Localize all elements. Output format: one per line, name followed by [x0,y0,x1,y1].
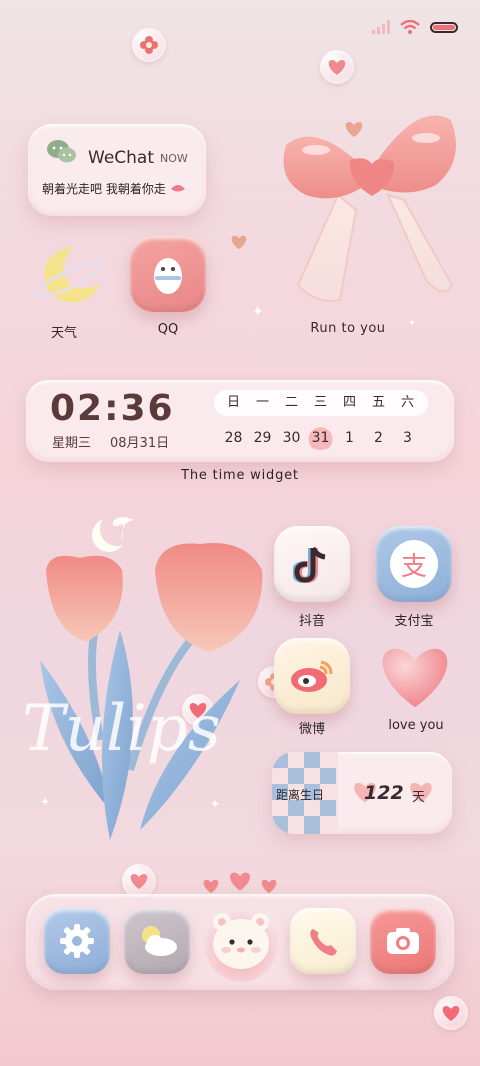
gear-icon [60,924,94,958]
countdown-number: 122 [364,782,404,804]
status-bar [372,20,458,34]
douyin-label: 抖音 [298,614,325,629]
flower-icon [140,36,158,54]
calendar-days: 28 29 30 31 1 2 3 [219,426,433,450]
dock [26,894,454,990]
tulip-illustration: Tulips ✦ ✦ [22,517,263,840]
svg-text:✦: ✦ [40,795,50,809]
countdown-unit: 天 [412,790,426,805]
heart-icon [130,874,148,889]
calendar-day-today[interactable]: 31 [306,426,335,450]
clock-weekday: 星期三 [52,436,92,451]
sparkle-icon: ✦ [252,304,264,320]
calendar-weekdays: 日一二三四五六 [214,390,428,416]
heart-bubble [122,864,156,898]
wechat-time: NOW [160,152,188,165]
weekday: 一 [255,395,269,410]
wifi-icon [400,20,420,34]
weibo-eye-icon [291,660,333,692]
settings-app-icon[interactable] [44,908,110,974]
wechat-message-text: 朝着光走吧 我朝着你走 [42,182,166,196]
wechat-app-name: WeChat [88,148,154,168]
time-widget[interactable]: 02:36 星期三 08月31日 日一二三四五六 28 29 30 31 1 2 3 [26,380,454,462]
bear-widget[interactable] [204,904,278,982]
tulips-watermark: Tulips [22,692,221,766]
phone-icon [310,929,337,956]
heart-bubble [320,50,354,84]
svg-text:✦: ✦ [210,797,220,811]
alipay-label: 支付宝 [394,614,434,629]
camera-icon [387,928,419,954]
bow-decoration [283,115,456,302]
heart-icon [203,879,219,894]
heart-icon [328,60,346,75]
flower-bubble [132,28,166,62]
calendar-day[interactable]: 29 [248,426,277,450]
wechat-message: 朝着光走吧 我朝着你走 [42,180,186,197]
kiss-icon [170,185,185,192]
sparkle-icon: ✦ [408,318,417,329]
heart-bubble [434,996,468,1030]
weekday: 五 [371,395,385,410]
calendar-day[interactable]: 1 [335,426,364,450]
alipay-icon: 支 [390,540,438,588]
douyin-app-icon[interactable] [274,526,350,602]
love-heart-icon[interactable] [376,640,454,712]
calendar-day[interactable]: 2 [364,426,393,450]
battery-icon [430,21,458,33]
heart-icon [230,872,250,891]
love-label: love you [388,718,444,733]
birthday-countdown-widget[interactable]: 距离生日 122 天 [272,752,452,834]
weather-dock-app-icon[interactable] [124,908,190,974]
calendar-day[interactable]: 3 [393,426,422,450]
weekday: 二 [284,395,298,410]
weather-label: 天气 [50,326,77,341]
signal-icon [372,20,390,34]
heart-icon [261,879,277,894]
phone-app-icon[interactable] [290,908,356,974]
camera-app-icon[interactable] [370,908,436,974]
penguin-icon [154,258,182,294]
moon-icon [33,246,103,303]
weekday: 日 [226,395,240,410]
weibo-app-icon[interactable] [274,638,350,714]
moon-crescent-icon [100,512,134,546]
weather-app-icon[interactable] [28,238,104,308]
bear-face-icon [213,913,269,969]
calendar-day[interactable]: 30 [277,426,306,450]
weekday: 三 [313,395,327,410]
weekday: 六 [400,395,414,410]
qq-label: QQ [157,322,179,337]
wechat-icon [46,138,78,166]
qq-app-icon[interactable] [130,236,206,312]
weibo-label: 微博 [298,722,325,737]
weekday: 四 [342,395,356,410]
bow-caption: Run to you [310,321,386,336]
heart-icon [442,1006,460,1021]
alipay-app-icon[interactable]: 支 [376,526,452,602]
tiktok-note-icon [293,546,326,584]
time-widget-caption: The time widget [181,468,299,483]
heart-icon [231,235,247,250]
wechat-widget[interactable]: WeChat NOW 朝着光走吧 我朝着你走 [28,124,206,216]
cloud-sun-icon [142,926,177,956]
calendar-day[interactable]: 28 [219,426,248,450]
clock-date: 08月31日 [110,436,170,451]
clock-time: 02:36 [50,388,175,429]
countdown-label: 距离生日 [276,788,325,802]
